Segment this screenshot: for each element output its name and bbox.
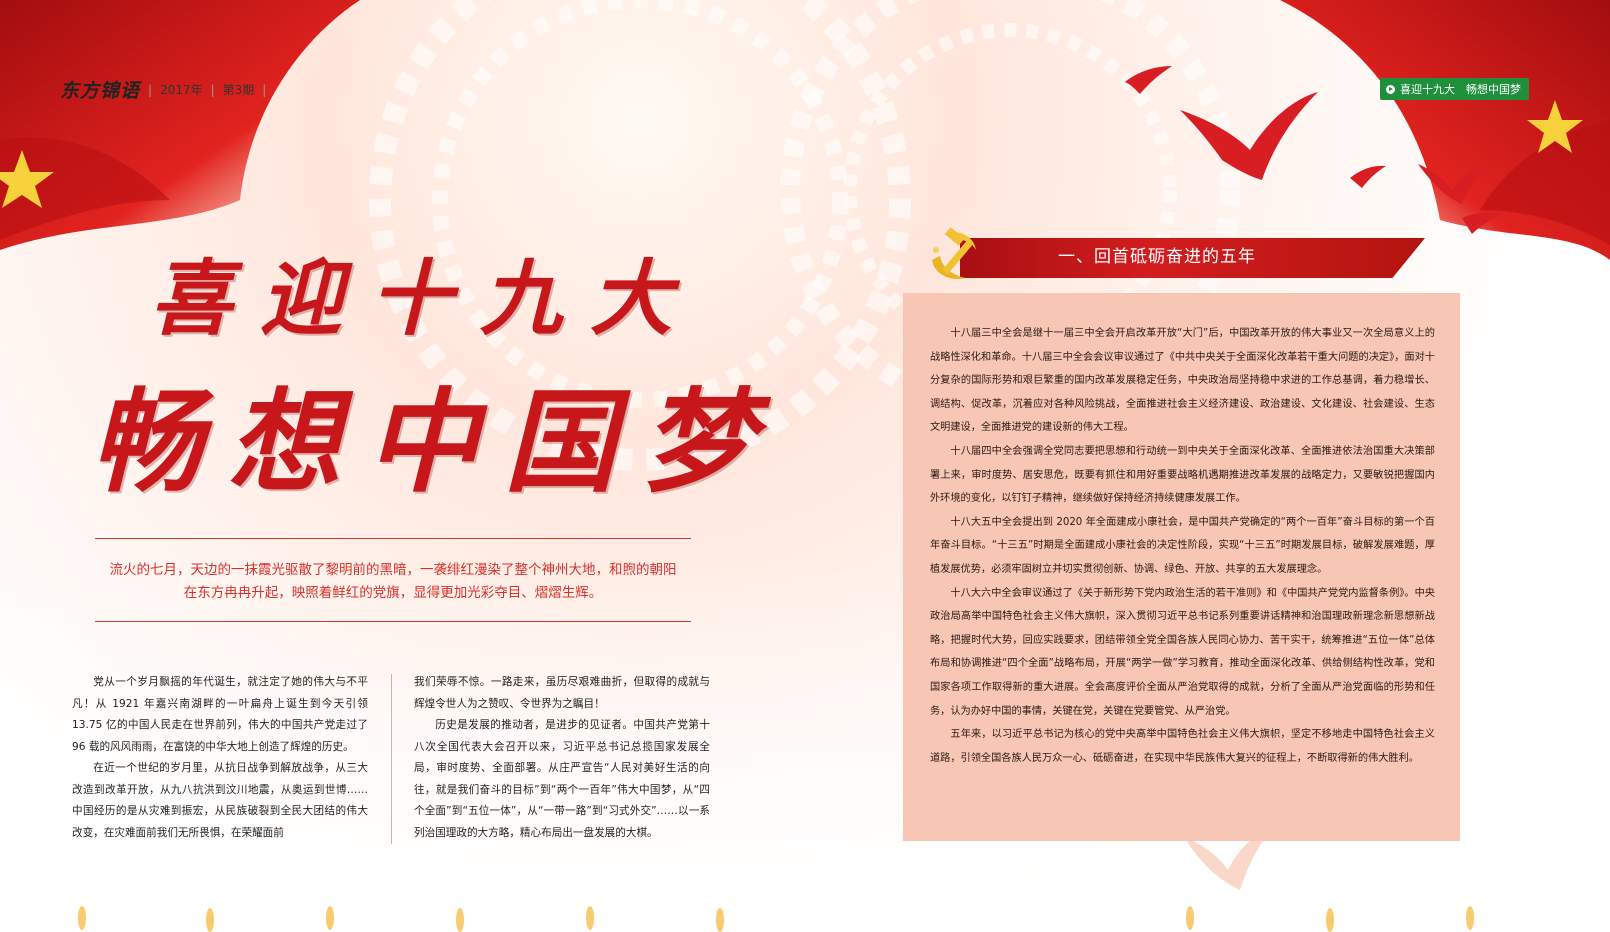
intro-line-2: 在东方冉冉升起，映照着鲜红的党旗，显得更加光彩夺目、熠熠生辉。 [183, 585, 603, 601]
title-line-2: 畅想中国梦 [90, 377, 780, 508]
play-icon [1386, 84, 1395, 94]
masthead: 东方锦语 | 2017年 | 第3期 | [60, 76, 266, 103]
right-paragraph-2: 历史是发展的推动者，是进步的见证者。中国共产党第十八次全国代表大会召开以来，习近… [414, 719, 710, 839]
section-tag-label: 喜迎十九大 畅想中国梦 [1400, 83, 1521, 96]
intro-line-1: 流火的七月，天边的一抹霞光驱散了黎明前的黑暗，一袭绯红漫染了整个神州大地，和煦的… [109, 562, 677, 578]
intro-text: 流火的七月，天边的一抹霞光驱散了黎明前的黑暗，一袭绯红漫染了整个神州大地，和煦的… [95, 559, 691, 605]
left-paragraph-1: 党从一个岁月飘摇的年代诞生，就注定了她的伟大与不平凡！从 1921 年嘉兴南湖畔… [72, 676, 368, 753]
magazine-logo: 东方锦语 [60, 80, 141, 102]
party-emblem-icon [932, 227, 976, 280]
section-header-title: 一、回首砥砺奋进的五年 [1058, 247, 1256, 267]
box-paragraph-3: 十八大五中全会提出到 2020 年全面建成小康社会，是中国共产党确定的“两个一百… [930, 516, 1435, 575]
box-paragraph-1: 十八届三中全会是继十一届三中全会开启改革开放“大门”后，中国改革开放的伟大事业又… [930, 328, 1435, 434]
issue-year: 2017年 [160, 83, 203, 97]
column-divider [391, 674, 392, 844]
title-line-1: 喜迎十九大 [150, 251, 700, 347]
article-box-text: 十八届三中全会是继十一届三中全会开启改革开放“大门”后，中国改革开放的伟大事业又… [930, 322, 1435, 770]
box-paragraph-4: 十八大六中全会审议通过了《关于新形势下党内政治生活的若干准则》和《中国共产党党内… [930, 587, 1435, 717]
box-paragraph-2: 十八届四中全会强调全党同志要把思想和行动统一到中央关于全面深化改革、全面推进依法… [930, 445, 1435, 505]
section-tag: 喜迎十九大 畅想中国梦 [1380, 78, 1529, 100]
box-paragraph-5: 五年来，以习近平总书记为核心的党中央高举中国特色社会主义伟大旗帜，坚定不移地走中… [930, 729, 1435, 764]
right-column: 我们荣辱不惊。一路走来，虽历尽艰难曲折，但取得的成就与辉煌令世人为之赞叹、令世界… [414, 672, 710, 844]
intro-top-rule [95, 538, 691, 539]
left-paragraph-2: 在近一个世纪的岁月里，从抗日战争到解放战争，从三大改造到改革开放，从九八抗洪到汶… [72, 762, 368, 839]
intro-bottom-rule [95, 621, 691, 622]
right-paragraph-1: 我们荣辱不惊。一路走来，虽历尽艰难曲折，但取得的成就与辉煌令世人为之赞叹、令世界… [414, 676, 710, 710]
issue-number: 第3期 [222, 83, 255, 97]
left-column: 党从一个岁月飘摇的年代诞生，就注定了她的伟大与不平凡！从 1921 年嘉兴南湖畔… [72, 672, 368, 844]
